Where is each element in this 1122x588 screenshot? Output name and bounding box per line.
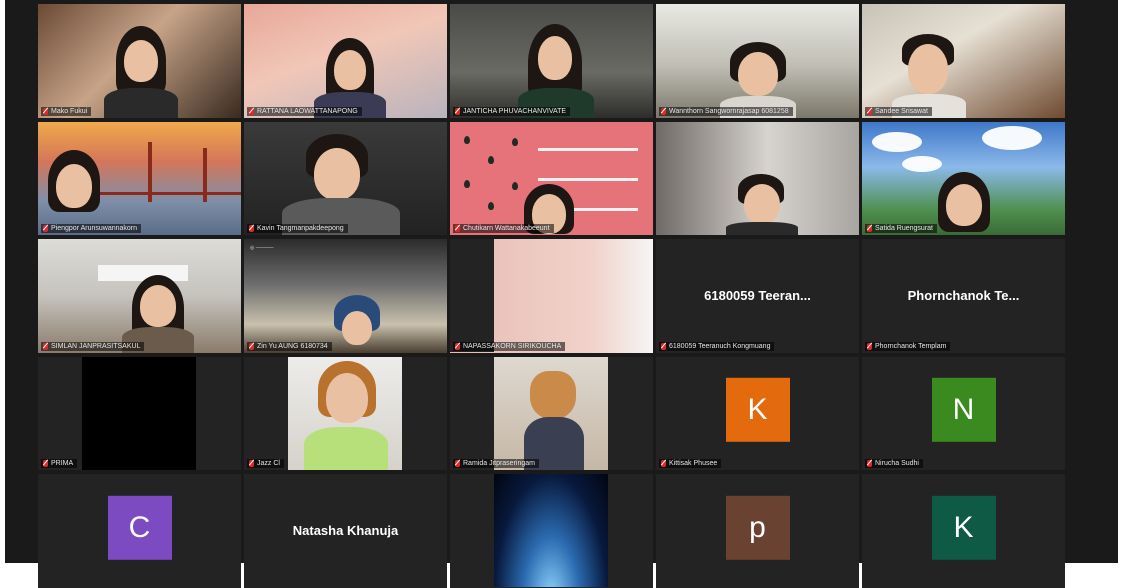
participant-tile-rattana[interactable]: RATTANA LAOWATTANAPONG: [244, 4, 447, 118]
participant-tile-sandee[interactable]: Sandee Srisawat: [862, 4, 1065, 118]
muted-mic-icon: [249, 225, 254, 232]
participant-tile-earth[interactable]: [450, 474, 653, 588]
participant-tile-teeranuch[interactable]: 6180059 Teeran... 6180059 Teeranuch Kong…: [656, 239, 859, 353]
participant-tile-satida[interactable]: Satida Ruengsurat: [862, 121, 1065, 235]
muted-mic-icon: [249, 342, 254, 350]
muted-mic-icon: [249, 460, 254, 467]
muted-mic-icon: [455, 107, 460, 115]
name-label: NAPASSAKORN SIRIKOUCHA: [453, 341, 566, 351]
name-label: Ramida Jitpraseringam: [453, 459, 539, 468]
participant-tile-janticha[interactable]: JANTICHA PHUVACHANVIVATE: [450, 4, 653, 118]
muted-mic-icon: [867, 460, 872, 467]
avatar: K: [931, 495, 996, 560]
participant-tile-prima[interactable]: PRIMA: [38, 356, 241, 470]
avatar: C: [107, 495, 172, 560]
participant-tile-natasha[interactable]: Natasha Khanuja: [244, 474, 447, 588]
name-label: Chutikarn Wattanakabeeunt: [453, 224, 554, 233]
name-label: Nirucha Sudhi: [865, 459, 923, 468]
muted-mic-icon: [249, 107, 254, 115]
participant-tile-c[interactable]: C: [38, 474, 241, 588]
muted-mic-icon: [661, 342, 666, 350]
muted-mic-icon: [867, 107, 872, 115]
participant-video: [494, 356, 608, 470]
muted-mic-icon: [867, 342, 872, 350]
muted-mic-icon: [455, 342, 460, 350]
participant-tile-jazz[interactable]: Jazz Cl: [244, 356, 447, 470]
participant-display-name: Phornchanok Te...: [907, 287, 1020, 303]
name-label: Jazz Cl: [247, 459, 284, 468]
muted-mic-icon: [43, 460, 48, 467]
name-label: RATTANA LAOWATTANAPONG: [247, 106, 362, 116]
avatar: N: [931, 378, 996, 443]
participant-tile-zin-yu-aung[interactable]: ◎ ───── Zin Yu AUNG 6180734: [244, 239, 447, 353]
logo-icon: ◎ ─────: [250, 245, 274, 251]
muted-mic-icon: [43, 225, 48, 232]
name-label: Satida Ruengsurat: [865, 224, 937, 233]
muted-mic-icon: [43, 342, 48, 350]
name-label: Mako Fukui: [41, 106, 92, 116]
name-label: Kavin Tangmanpakdeepong: [247, 224, 348, 233]
participant-tile-chutikarn[interactable]: Chutikarn Wattanakabeeunt: [450, 121, 653, 235]
participant-tile-napassakorn[interactable]: NAPASSAKORN SIRIKOUCHA: [450, 239, 653, 353]
name-label: Zin Yu AUNG 6180734: [247, 341, 332, 351]
participant-video: [82, 356, 196, 470]
muted-mic-icon: [43, 107, 48, 115]
name-label: Phornchanok Templam: [865, 341, 951, 351]
avatar: p: [725, 495, 790, 560]
muted-mic-icon: [455, 460, 460, 467]
participant-tile-piengpor[interactable]: Piengpor Arunsuwannakorn: [38, 121, 241, 235]
name-label: Wannthorn Sangwornrajasap 6081258: [659, 106, 793, 116]
muted-mic-icon: [867, 225, 872, 232]
name-label: Sandee Srisawat: [865, 106, 932, 116]
participant-video: [494, 474, 608, 587]
name-label: SIMLAN JANPRASITSAKUL: [41, 341, 145, 351]
name-label: 6180059 Teeranuch Kongmuang: [659, 341, 775, 351]
participant-video: [288, 356, 402, 470]
participant-tile-wannthorn[interactable]: Wannthorn Sangwornrajasap 6081258: [656, 4, 859, 118]
muted-mic-icon: [455, 225, 460, 232]
participant-tile-kavin[interactable]: Kavin Tangmanpakdeepong: [244, 121, 447, 235]
name-label: Piengpor Arunsuwannakorn: [41, 224, 142, 233]
muted-mic-icon: [661, 460, 666, 467]
participant-grid: Mako Fukui RATTANA LAOWATTANAPONG JANTIC…: [38, 4, 1065, 588]
participant-tile-ramida[interactable]: Ramida Jitpraseringam: [450, 356, 653, 470]
participant-tile-kittisak[interactable]: K Kittisak Phusee: [656, 356, 859, 470]
participant-tile-nirucha[interactable]: N Nirucha Sudhi: [862, 356, 1065, 470]
participant-tile-simlan[interactable]: SIMLAN JANPRASITSAKUL: [38, 239, 241, 353]
participant-tile-k[interactable]: K: [862, 474, 1065, 588]
muted-mic-icon: [661, 107, 666, 115]
participant-tile-phornchanok[interactable]: Phornchanok Te... Phornchanok Templam: [862, 239, 1065, 353]
participant-tile-unnamed[interactable]: [656, 121, 859, 235]
avatar: K: [725, 378, 790, 443]
zoom-gallery-view: Mako Fukui RATTANA LAOWATTANAPONG JANTIC…: [5, 0, 1118, 588]
name-label: Kittisak Phusee: [659, 459, 722, 468]
participant-tile-mako-fukui[interactable]: Mako Fukui: [38, 4, 241, 118]
name-label: PRIMA: [41, 459, 78, 468]
participant-display-name: Natasha Khanuja: [292, 522, 399, 538]
participant-tile-p[interactable]: p: [656, 474, 859, 588]
participant-display-name: 6180059 Teeran...: [704, 287, 811, 303]
name-label: JANTICHA PHUVACHANVIVATE: [453, 106, 571, 116]
